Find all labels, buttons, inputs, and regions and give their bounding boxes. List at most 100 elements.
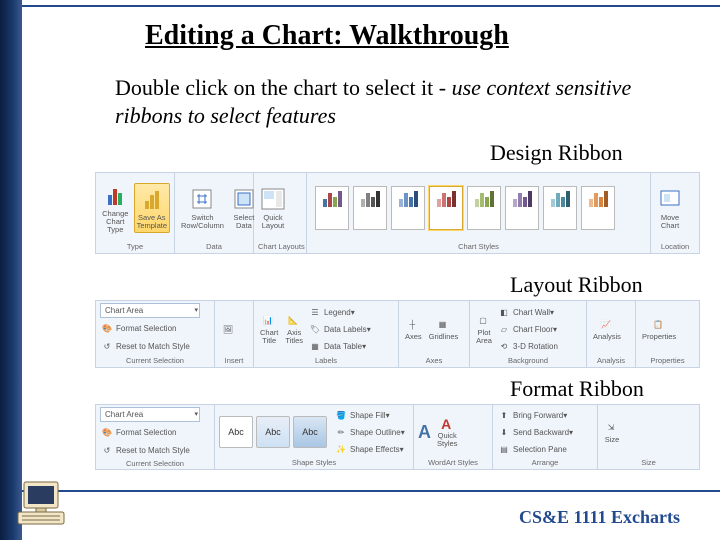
move-chart-button[interactable]: Move Chart (655, 184, 685, 232)
quick-styles-icon: A (439, 417, 453, 431)
format-ribbon-label: Format Ribbon (510, 376, 644, 402)
switch-icon (189, 186, 215, 212)
wordart-preview-a[interactable]: A (418, 422, 431, 443)
format-selection-button-2[interactable]: 🎨Format Selection (100, 424, 176, 440)
layout-ribbon-label: Layout Ribbon (510, 272, 643, 298)
shape-outline-button[interactable]: ✏Shape Outline ▾ (334, 424, 405, 440)
properties-icon: 📋 (651, 318, 665, 332)
chevron-down-icon: ▾ (194, 306, 198, 314)
axes-group-label: Axes (403, 355, 465, 365)
chart-wall-button[interactable]: ◧Chart Wall ▾ (497, 304, 558, 320)
size-icon: ⇲ (604, 421, 618, 435)
bring-forward-icon: ⬆ (497, 408, 511, 422)
properties-group-label: Properties (640, 355, 695, 365)
slide-subtitle: Double click on the chart to select it -… (115, 74, 675, 129)
design-ribbon: Change Chart Type Save As Template Type … (95, 172, 700, 254)
axis-titles-button[interactable]: 📐Axis Titles (283, 312, 305, 347)
chart-style-2[interactable] (353, 186, 387, 230)
fill-icon: 🪣 (334, 408, 348, 422)
chart-style-3[interactable] (391, 186, 425, 230)
left-accent-bar (0, 0, 22, 540)
format-selection-icon: 🎨 (100, 425, 114, 439)
insert-icon: 🖼 (221, 322, 235, 336)
shape-effects-button[interactable]: ✨Shape Effects ▾ (334, 441, 405, 457)
chart-title-icon: 📊 (261, 314, 275, 328)
type-group-label: Type (100, 241, 170, 251)
chart-style-7[interactable] (543, 186, 577, 230)
switch-row-column-button[interactable]: Switch Row/Column (179, 184, 226, 232)
format-ribbon: Chart Area▾ 🎨Format Selection ↺Reset to … (95, 404, 700, 470)
chart-styles-group-label: Chart Styles (311, 241, 646, 251)
axis-titles-icon: 📐 (286, 314, 300, 328)
data-table-button[interactable]: ▦Data Table ▾ (308, 338, 371, 354)
format-element-dropdown[interactable]: Chart Area▾ (100, 407, 200, 422)
format-current-selection-label: Current Selection (100, 458, 210, 468)
reset-style-button[interactable]: ↺Reset to Match Style (100, 338, 190, 354)
quick-layout-button[interactable]: Quick Layout (258, 184, 288, 232)
background-group-label: Background (474, 355, 582, 365)
analysis-button[interactable]: 📈Analysis (591, 316, 623, 343)
data-group-label: Data (179, 241, 249, 251)
quick-styles-button[interactable]: AQuick Styles (435, 415, 459, 450)
insert-button[interactable]: 🖼 (219, 320, 239, 338)
chart-type-icon (102, 182, 128, 208)
floor-icon: ▱ (497, 322, 511, 336)
arrange-group-label: Arrange (497, 457, 593, 467)
plot-area-button[interactable]: ▢Plot Area (474, 312, 494, 347)
selection-pane-button[interactable]: ▤Selection Pane (497, 441, 567, 457)
shape-style-1[interactable]: Abc (219, 416, 253, 448)
wordart-styles-group-label: WordArt Styles (418, 457, 488, 467)
chart-style-8[interactable] (581, 186, 615, 230)
gridlines-button[interactable]: ▦Gridlines (427, 316, 461, 343)
legend-button[interactable]: ☰Legend ▾ (308, 304, 371, 320)
chart-layouts-group-label: Chart Layouts (258, 241, 302, 251)
location-group-label: Location (655, 241, 695, 251)
chart-style-4[interactable] (429, 186, 463, 230)
legend-icon: ☰ (308, 305, 322, 319)
reset-icon: ↺ (100, 339, 114, 353)
reset-icon: ↺ (100, 443, 114, 457)
size-button[interactable]: ⇲Size (602, 419, 622, 446)
analysis-icon: 📈 (599, 318, 613, 332)
data-table-icon: ▦ (308, 339, 322, 353)
quick-layout-icon (260, 186, 286, 212)
slide-title: Editing a Chart: Walkthrough (145, 20, 509, 52)
properties-button[interactable]: 📋Properties (640, 316, 678, 343)
data-labels-button[interactable]: 🏷Data Labels ▾ (308, 321, 371, 337)
shape-fill-button[interactable]: 🪣Shape Fill ▾ (334, 407, 405, 423)
format-selection-button[interactable]: 🎨Format Selection (100, 320, 176, 336)
reset-style-button-2[interactable]: ↺Reset to Match Style (100, 442, 190, 458)
send-backward-button[interactable]: ⬇Send Backward ▾ (497, 424, 573, 440)
chart-style-1[interactable] (315, 186, 349, 230)
rotation-icon: ⟲ (497, 339, 511, 353)
axes-icon: ┼ (405, 318, 419, 332)
move-chart-icon (657, 186, 683, 212)
plot-area-icon: ▢ (476, 314, 490, 328)
chart-style-6[interactable] (505, 186, 539, 230)
shape-style-2[interactable]: Abc (256, 416, 290, 448)
chart-title-button[interactable]: 📊Chart Title (258, 312, 280, 347)
gridlines-icon: ▦ (435, 318, 449, 332)
axes-button[interactable]: ┼Axes (403, 316, 424, 343)
data-labels-icon: 🏷 (308, 322, 322, 336)
send-backward-icon: ⬇ (497, 425, 511, 439)
labels-group-label: Labels (258, 355, 394, 365)
chart-element-dropdown[interactable]: Chart Area▾ (100, 303, 200, 318)
insert-group-label: Insert (219, 355, 249, 365)
chart-floor-button[interactable]: ▱Chart Floor ▾ (497, 321, 558, 337)
change-chart-type-button[interactable]: Change Chart Type (100, 180, 131, 236)
top-divider (22, 5, 720, 7)
chart-style-5[interactable] (467, 186, 501, 230)
subtitle-lead: Double click on the chart to select it (115, 75, 433, 100)
analysis-group-label: Analysis (591, 355, 631, 365)
rotation-button[interactable]: ⟲3-D Rotation (497, 338, 558, 354)
selection-pane-icon: ▤ (497, 442, 511, 456)
wall-icon: ◧ (497, 305, 511, 319)
layout-ribbon: Chart Area▾ 🎨Format Selection ↺Reset to … (95, 300, 700, 368)
save-as-template-button[interactable]: Save As Template (134, 183, 170, 233)
format-selection-icon: 🎨 (100, 321, 114, 335)
bring-forward-button[interactable]: ⬆Bring Forward ▾ (497, 407, 567, 423)
shape-style-3[interactable]: Abc (293, 416, 327, 448)
effects-icon: ✨ (334, 442, 348, 456)
chevron-down-icon: ▾ (194, 410, 198, 418)
